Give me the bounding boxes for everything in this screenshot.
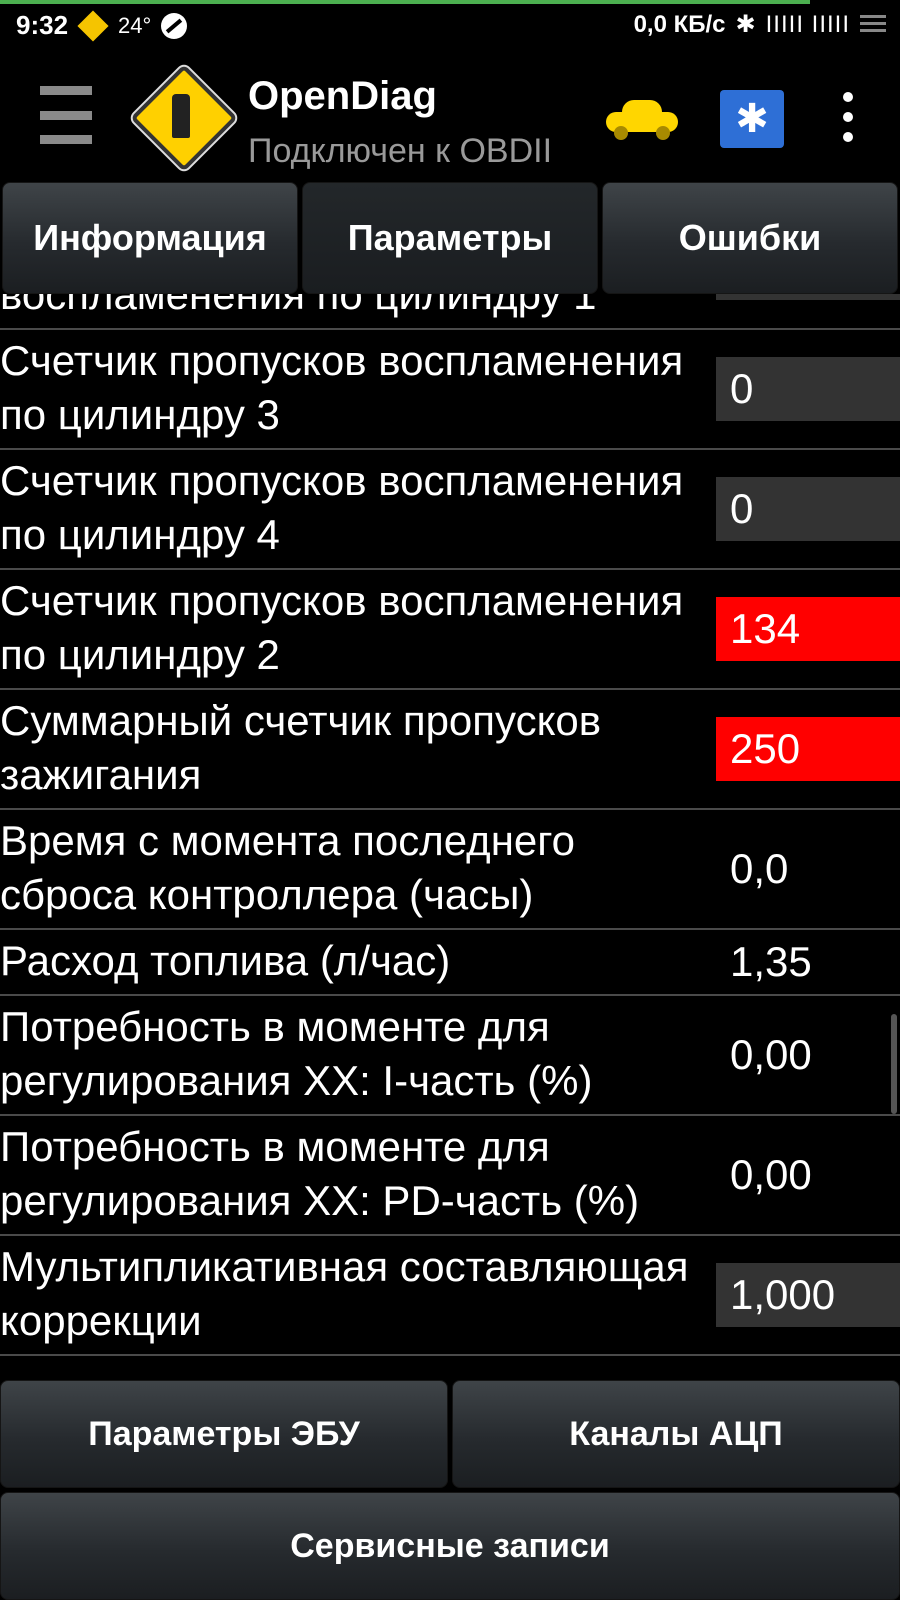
ecu-parameters-button[interactable]: Параметры ЭБУ <box>0 1380 448 1488</box>
tab-errors[interactable]: Ошибки <box>602 182 898 294</box>
notification-icon <box>860 14 886 35</box>
more-vert-icon[interactable] <box>838 92 858 142</box>
parameter-value: 134 <box>716 597 900 661</box>
parameter-label: Суммарный счетчик пропусков зажигания <box>0 697 602 798</box>
parameter-value: 0,00 <box>730 1031 812 1078</box>
list-item[interactable]: Счетчик пропусков воспламенения по цилин… <box>0 570 900 690</box>
parameter-value: 1,000 <box>716 1263 900 1327</box>
bluetooth-elm327-icon[interactable]: ✱ <box>720 90 784 148</box>
list-item[interactable]: Счетчик пропусков воспламенения по цилин… <box>0 450 900 570</box>
parameter-label: Счетчик пропусков воспламенения по цилин… <box>0 577 684 678</box>
list-item[interactable]: Потребность в моменте для регулирования … <box>0 996 900 1116</box>
parameter-label: Потребность в моменте для регулирования … <box>0 1123 640 1224</box>
parameter-label: Счетчик пропусков воспламенения по цилин… <box>0 457 684 558</box>
list-item[interactable]: Потребность в моменте для регулирования … <box>0 1116 900 1236</box>
app-title: OpenDiag <box>248 74 437 118</box>
parameter-label: Счетчик пропусков воспламенения по цилин… <box>0 337 684 438</box>
list-item[interactable]: Мультипликативная составляющая коррекции… <box>0 1236 900 1356</box>
download-progress-bar <box>0 0 810 4</box>
adc-channels-button[interactable]: Каналы АЦП <box>452 1380 900 1488</box>
car-icon[interactable] <box>606 100 678 140</box>
key-diamond-logo-icon <box>130 64 238 172</box>
status-bar-right: 0,0 КБ/с ✱ IIIII IIIII <box>634 10 886 39</box>
bluetooth-status-icon: ✱ <box>735 11 756 38</box>
parameter-value: 0 <box>716 477 900 541</box>
temperature: 24° <box>118 12 152 38</box>
parameter-label: Мультипликативная составляющая коррекции <box>0 1243 689 1344</box>
parameter-value <box>716 294 900 300</box>
clock: 9:32 <box>16 10 69 40</box>
service-records-button[interactable]: Сервисные записи <box>0 1492 900 1600</box>
scrollbar[interactable] <box>891 1014 897 1114</box>
parameter-value: 1,35 <box>730 938 812 985</box>
list-item[interactable]: Расход топлива (л/час) 1,35 <box>0 930 900 996</box>
tab-information[interactable]: Информация <box>2 182 298 294</box>
list-item[interactable]: воспламенения по цилиндру 1 <box>0 294 900 330</box>
signal-icon: IIIII IIIII <box>765 10 850 38</box>
status-bar-left: 9:32 24° <box>16 9 188 42</box>
tab-bar: Информация Параметры Ошибки <box>0 182 900 294</box>
parameter-value: 0,00 <box>730 1151 812 1198</box>
connection-status: Подключен к OBDII <box>248 132 553 170</box>
parameter-value: 0,0 <box>730 845 789 892</box>
tab-parameters[interactable]: Параметры <box>302 182 598 294</box>
parameter-label: Расход топлива (л/час) <box>0 937 451 984</box>
status-bar: 9:32 24° 0,0 КБ/с ✱ IIIII IIIII <box>0 0 900 52</box>
list-item[interactable]: Суммарный счетчик пропусков зажигания 25… <box>0 690 900 810</box>
list-item[interactable]: Время с момента последнего сброса контро… <box>0 810 900 930</box>
sync-icon <box>161 12 188 39</box>
parameter-value: 0 <box>716 357 900 421</box>
list-item[interactable]: Счетчик пропусков воспламенения по цилин… <box>0 330 900 450</box>
parameter-label: Время с момента последнего сброса контро… <box>0 817 575 918</box>
parameter-value: 250 <box>716 717 900 781</box>
parameter-list[interactable]: воспламенения по цилиндру 1 Счетчик проп… <box>0 294 900 1376</box>
network-speed: 0,0 КБ/с <box>633 10 726 38</box>
parameter-label: воспламенения по цилиндру 1 <box>0 294 597 318</box>
navigation-icon <box>77 9 109 42</box>
app-bar: OpenDiag Подключен к OBDII ✱ <box>0 52 900 180</box>
parameter-label: Потребность в моменте для регулирования … <box>0 1003 593 1104</box>
hamburger-menu-icon[interactable] <box>40 86 92 144</box>
